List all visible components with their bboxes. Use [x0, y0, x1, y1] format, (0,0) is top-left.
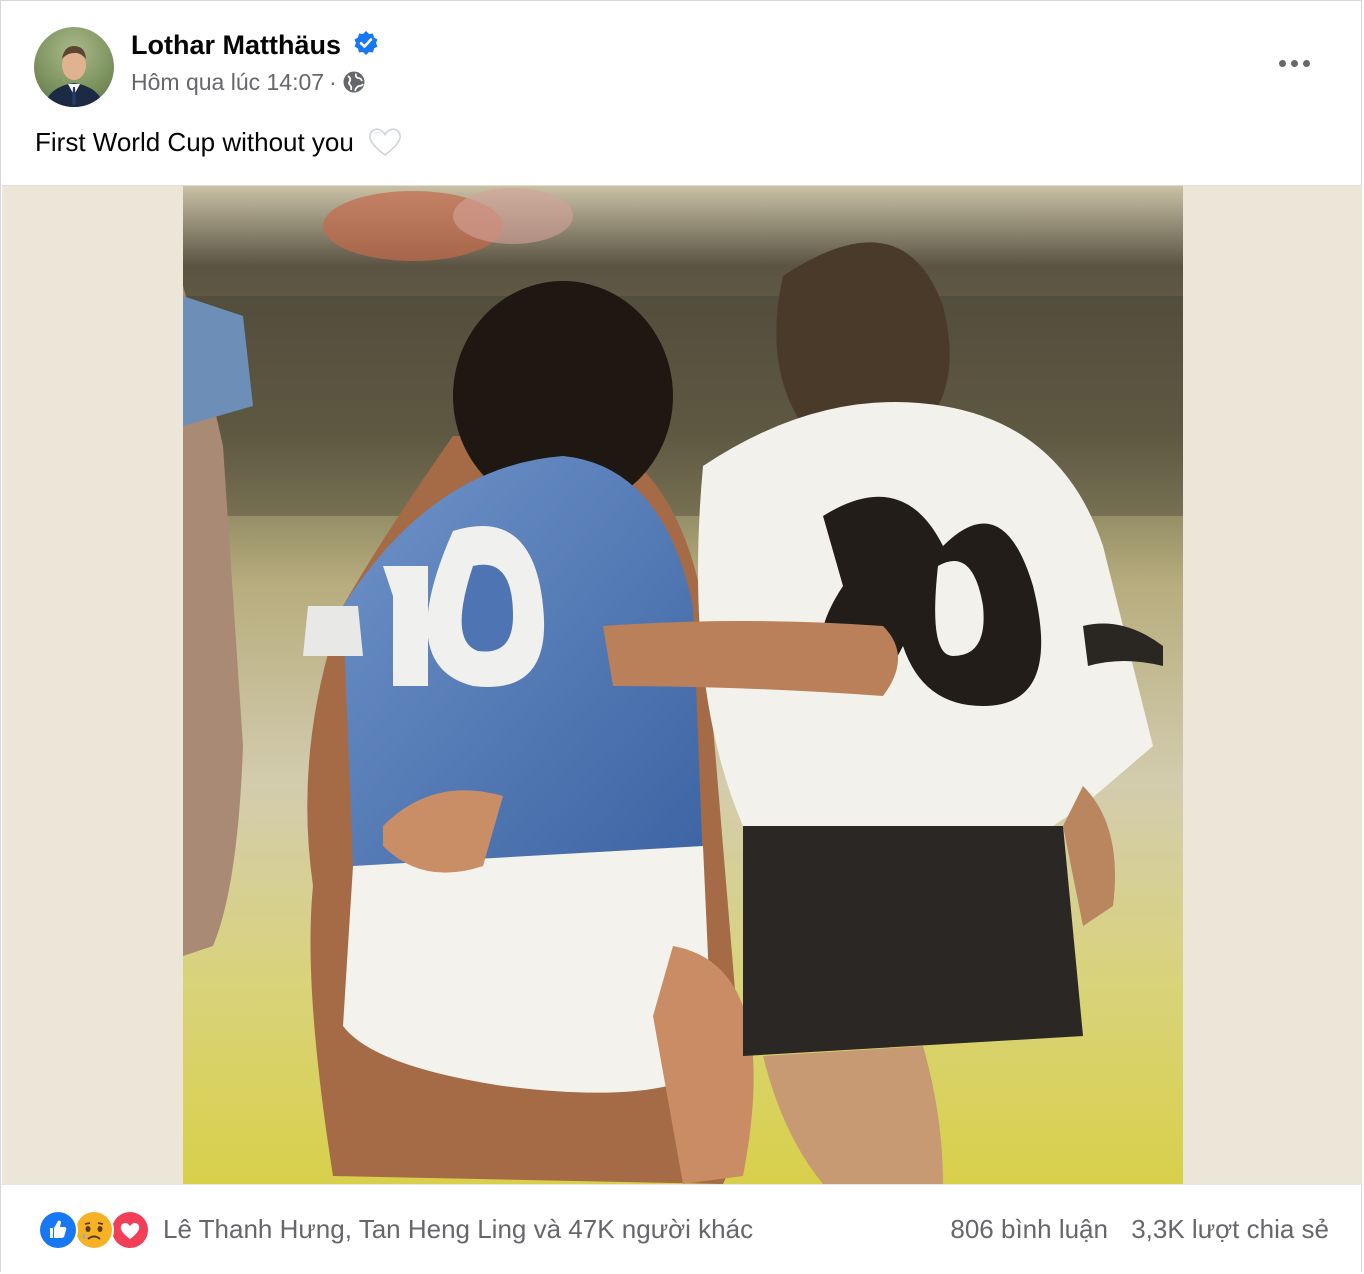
verified-badge-icon [353, 30, 379, 56]
love-reaction-icon[interactable] [110, 1210, 150, 1250]
post-caption: First World Cup without you [35, 127, 403, 160]
shares-count[interactable]: 3,3K lượt chia sẻ [1131, 1214, 1329, 1244]
globe-icon[interactable] [342, 70, 366, 94]
reaction-icons[interactable] [38, 1210, 150, 1250]
caption-text: First World Cup without you [35, 127, 354, 157]
sad-reaction-icon[interactable] [74, 1210, 114, 1250]
white-heart-icon [367, 126, 403, 158]
like-reaction-icon[interactable] [38, 1210, 78, 1250]
reaction-summary[interactable]: Lê Thanh Hưng, Tan Heng Ling và 47K ngườ… [163, 1214, 753, 1245]
post-photo[interactable] [183, 186, 1183, 1184]
more-dot [1290, 59, 1298, 67]
engagement-stats: 806 bình luận 3,3K lượt chia sẻ [950, 1214, 1329, 1245]
author-avatar[interactable] [34, 27, 114, 107]
more-options-button[interactable] [1269, 45, 1319, 81]
more-dot [1302, 59, 1310, 67]
post-media[interactable] [2, 185, 1362, 1184]
post-footer: Lê Thanh Hưng, Tan Heng Ling và 47K ngườ… [1, 1184, 1363, 1274]
comments-count[interactable]: 806 bình luận [950, 1214, 1108, 1244]
author-name[interactable]: Lothar Matthäus [131, 30, 341, 60]
meta-separator: · [329, 69, 337, 95]
more-dot [1278, 59, 1286, 67]
facebook-post: Lothar Matthäus Hôm qua lúc 14:07 · First… [0, 0, 1363, 1274]
post-timestamp[interactable]: Hôm qua lúc 14:07 [131, 69, 324, 95]
